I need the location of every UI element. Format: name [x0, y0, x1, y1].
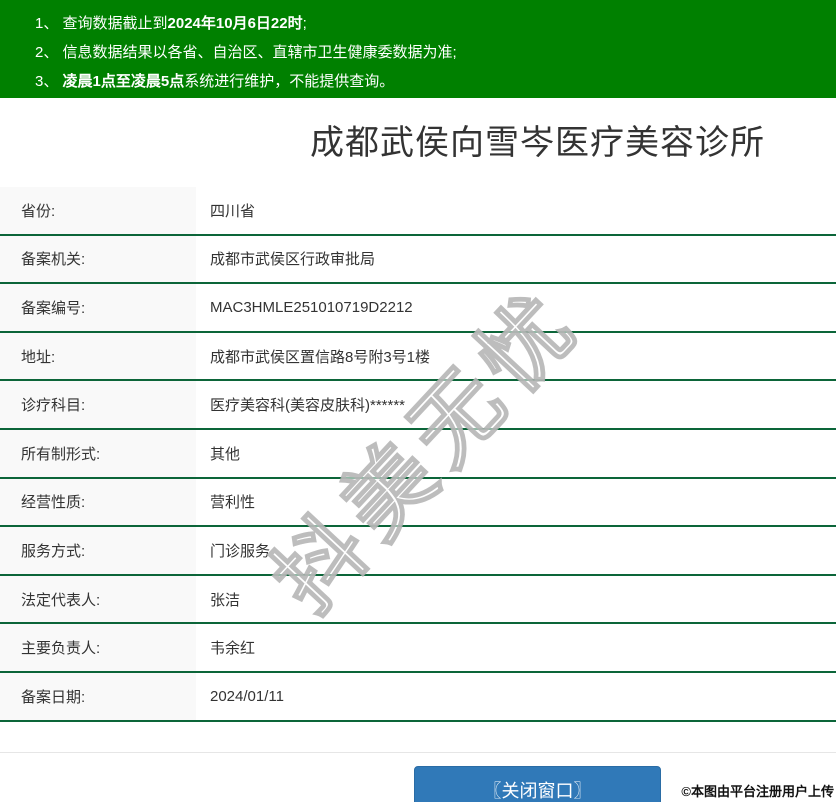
row-value: 其他 [196, 429, 836, 477]
table-row: 备案编号: MAC3HMLE251010719D2212 [0, 284, 836, 333]
row-label: 地址: [0, 332, 196, 380]
row-value: 韦余红 [196, 624, 836, 671]
notice-line-3-text: 3、 [35, 73, 63, 90]
title-stage: 成都武侯向雪岑医疗美容诊所 [0, 126, 836, 160]
notice-line-1-text: 1、 查询数据截止到 [35, 15, 168, 32]
table-row: 所有制形式: 其他 [0, 429, 836, 479]
notice-line-1: 1、 查询数据截止到2024年10月6日22时; [35, 9, 826, 38]
row-label: 服务方式: [0, 527, 196, 574]
row-value: 2024/01/11 [196, 672, 836, 720]
table-row: 备案机关: 成都市武侯区行政审批局 [0, 235, 836, 285]
notice-line-1-bold: 2024年10月6日22时 [167, 15, 303, 32]
notice-line-3-bold: 凌晨1点至凌晨5点 [62, 73, 185, 90]
close-window-button[interactable]: 〖关闭窗口〗 [414, 765, 661, 802]
row-label: 备案日期: [0, 672, 196, 720]
row-label: 备案机关: [0, 235, 196, 283]
row-value: 成都市武侯区置信路8号附3号1楼 [196, 332, 836, 380]
upload-caption: ©本图由平台注册用户上传 [681, 784, 834, 799]
row-label: 所有制形式: [0, 429, 196, 477]
table-row: 经营性质: 营利性 [0, 478, 836, 528]
notice-line-2: 2、 信息数据结果以各省、自治区、直辖市卫生健康委数据为准; [35, 44, 457, 61]
row-value: 张洁 [196, 575, 836, 623]
row-label: 诊疗科目: [0, 381, 196, 428]
table-row: 地址: 成都市武侯区置信路8号附3号1楼 [0, 332, 836, 382]
table-row: 诊疗科目: 医疗美容科(美容皮肤科)****** [0, 381, 836, 430]
row-value: 门诊服务 [196, 527, 836, 574]
row-value: 成都市武侯区行政审批局 [196, 235, 836, 283]
row-label: 备案编号: [0, 284, 196, 331]
row-label: 经营性质: [0, 478, 196, 526]
row-label: 主要负责人: [0, 624, 196, 671]
table-row: 备案日期: 2024/01/11 [0, 672, 836, 722]
table-row: 主要负责人: 韦余红 [0, 624, 836, 673]
row-value: 医疗美容科(美容皮肤科)****** [196, 381, 836, 428]
page-title: 成都武侯向雪岑医疗美容诊所 [310, 124, 765, 162]
notice-line-3-suffix: 系统进行维护，不能提供查询。 [184, 73, 395, 90]
row-label: 省份: [0, 187, 196, 234]
table-row: 服务方式: 门诊服务 [0, 527, 836, 576]
row-value: MAC3HMLE251010719D2212 [196, 284, 836, 331]
notice-line-1-suffix: ; [302, 15, 307, 32]
notice-line-3: 3、 凌晨1点至凌晨5点系统进行维护，不能提供查询。 [35, 67, 826, 96]
notice-banner: 1、 查询数据截止到2024年10月6日22时; 2、 信息数据结果以各省、自治… [0, 0, 836, 98]
table-row: 法定代表人: 张洁 [0, 575, 836, 625]
record-table: 省份: 四川省 备案机关: 成都市武侯区行政审批局 备案编号: MAC3HMLE… [0, 187, 836, 722]
row-value: 营利性 [196, 478, 836, 526]
row-value: 四川省 [196, 187, 836, 234]
row-label: 法定代表人: [0, 575, 196, 623]
table-row: 省份: 四川省 [0, 187, 836, 236]
